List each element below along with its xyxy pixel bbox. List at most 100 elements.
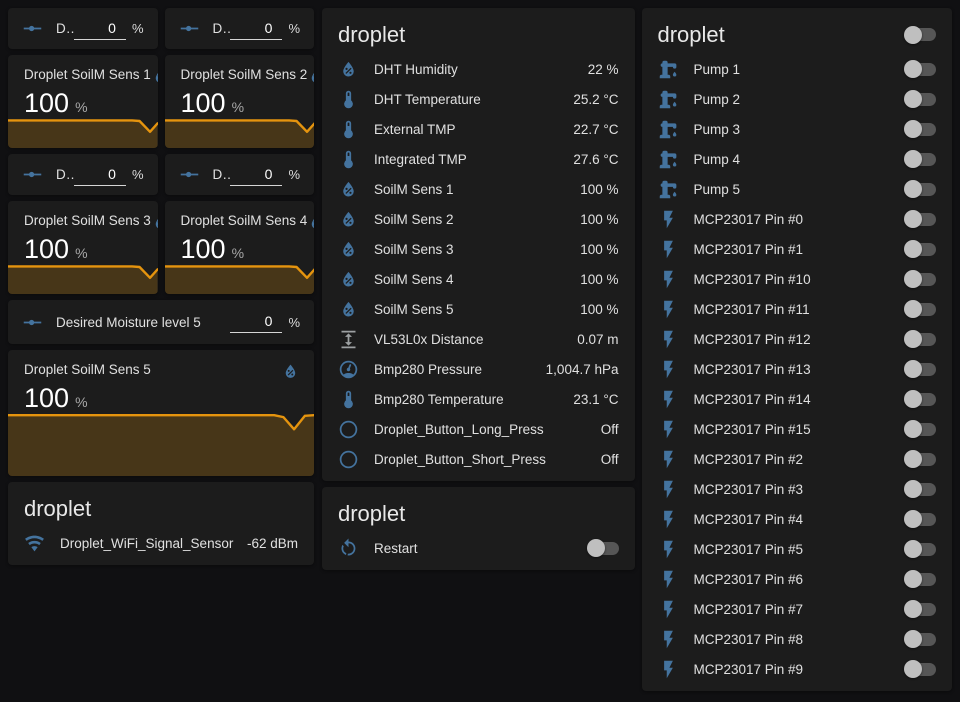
entity-label: External TMP <box>374 122 563 137</box>
entity-row[interactable]: MCP23017 Pin #11 <box>642 294 953 324</box>
entity-row[interactable]: MCP23017 Pin #6 <box>642 564 953 594</box>
entity-row[interactable]: DHT Humidity 22 % <box>322 54 635 84</box>
sensor-card-soilm-2[interactable]: Droplet SoilM Sens 2 100% <box>165 55 315 148</box>
entity-label: Restart <box>374 541 577 556</box>
water-percent-icon <box>151 213 158 232</box>
entity-row[interactable]: MCP23017 Pin #8 <box>642 624 953 654</box>
entity-toggle[interactable] <box>906 543 936 556</box>
entity-row[interactable]: MCP23017 Pin #9 <box>642 654 953 684</box>
entity-row[interactable]: Bmp280 Temperature 23.1 °C <box>322 384 635 414</box>
entity-toggle[interactable] <box>906 153 936 166</box>
entity-row[interactable]: MCP23017 Pin #4 <box>642 504 953 534</box>
entity-toggle[interactable] <box>906 603 936 616</box>
desired-moisture-input-4[interactable] <box>230 164 282 186</box>
entity-row[interactable]: VL53L0x Distance 0.07 m <box>322 324 635 354</box>
entity-row[interactable]: Bmp280 Pressure 1,004.7 hPa <box>322 354 635 384</box>
entity-row[interactable]: SoilM Sens 1 100 % <box>322 174 635 204</box>
entity-row[interactable]: MCP23017 Pin #5 <box>642 534 953 564</box>
flash-icon <box>658 629 679 650</box>
entity-toggle[interactable] <box>906 333 936 346</box>
entity-row[interactable]: SoilM Sens 3 100 % <box>322 234 635 264</box>
column-middle: droplet DHT Humidity 22 % DHT Temperatur… <box>322 8 635 570</box>
input-unit: % <box>288 167 300 182</box>
water-percent-icon <box>338 179 359 200</box>
entity-value: Off <box>601 422 619 437</box>
desired-moisture-input-2[interactable] <box>230 18 282 40</box>
entity-row[interactable]: Droplet_Button_Long_Press Off <box>322 414 635 444</box>
entity-label: Droplet_Button_Short_Press <box>374 452 591 467</box>
entity-toggle[interactable] <box>589 542 619 555</box>
flash-icon <box>658 269 679 290</box>
entity-toggle[interactable] <box>906 393 936 406</box>
entity-row[interactable]: MCP23017 Pin #0 <box>642 204 953 234</box>
entity-value: 1,004.7 hPa <box>546 362 619 377</box>
entity-row[interactable]: MCP23017 Pin #12 <box>642 324 953 354</box>
entity-row[interactable]: MCP23017 Pin #10 <box>642 264 953 294</box>
entity-row[interactable]: SoilM Sens 4 100 % <box>322 264 635 294</box>
entity-toggle[interactable] <box>906 483 936 496</box>
entity-row[interactable]: Pump 1 <box>642 54 953 84</box>
flash-icon <box>658 539 679 560</box>
entity-row[interactable]: MCP23017 Pin #15 <box>642 414 953 444</box>
entity-toggle[interactable] <box>906 123 936 136</box>
entity-row[interactable]: MCP23017 Pin #13 <box>642 354 953 384</box>
input-number-card-2: Desired ... % <box>165 8 315 49</box>
header-toggle-all[interactable] <box>906 28 936 41</box>
sensor-card-soilm-5[interactable]: Droplet SoilM Sens 5 100% <box>8 350 314 476</box>
desired-moisture-input-1[interactable] <box>74 18 126 40</box>
entity-toggle[interactable] <box>906 63 936 76</box>
sensor-row-1: Droplet SoilM Sens 1 100% Droplet SoilM … <box>8 55 314 148</box>
entity-row[interactable]: Integrated TMP 27.6 °C <box>322 144 635 174</box>
sensor-title: Droplet SoilM Sens 5 <box>24 362 151 377</box>
sensor-unit: % <box>232 99 244 115</box>
toggle-knob <box>904 660 922 678</box>
entity-toggle[interactable] <box>906 453 936 466</box>
entity-toggle[interactable] <box>906 93 936 106</box>
sensor-card-soilm-4[interactable]: Droplet SoilM Sens 4 100% <box>165 201 315 294</box>
entity-toggle[interactable] <box>906 303 936 316</box>
entity-row[interactable]: Restart <box>322 533 635 563</box>
entity-toggle[interactable] <box>906 273 936 286</box>
entity-toggle[interactable] <box>906 183 936 196</box>
entities-card-restart: droplet Restart <box>322 487 635 570</box>
entity-row[interactable]: MCP23017 Pin #2 <box>642 444 953 474</box>
entity-toggle[interactable] <box>906 243 936 256</box>
entity-row[interactable]: MCP23017 Pin #3 <box>642 474 953 504</box>
entity-label: Pump 5 <box>694 182 895 197</box>
entities-card-switches: droplet Pump 1 Pump 2 <box>642 8 953 691</box>
gauge-icon <box>338 359 359 380</box>
entity-toggle[interactable] <box>906 573 936 586</box>
desired-moisture-input-5[interactable] <box>230 311 282 333</box>
entity-toggle[interactable] <box>906 213 936 226</box>
entity-toggle[interactable] <box>906 423 936 436</box>
sensor-unit: % <box>232 245 244 261</box>
entity-row[interactable]: SoilM Sens 5 100 % <box>322 294 635 324</box>
flash-icon <box>658 359 679 380</box>
entity-row[interactable]: Pump 5 <box>642 174 953 204</box>
entity-toggle[interactable] <box>906 513 936 526</box>
entity-toggle[interactable] <box>906 363 936 376</box>
entity-toggle[interactable] <box>906 663 936 676</box>
entity-row[interactable]: MCP23017 Pin #14 <box>642 384 953 414</box>
history-sparkline <box>8 118 158 148</box>
entity-row[interactable]: Droplet_Button_Short_Press Off <box>322 444 635 474</box>
arrow-expand-vertical-icon <box>338 329 359 350</box>
entity-row[interactable]: External TMP 22.7 °C <box>322 114 635 144</box>
entity-row[interactable]: DHT Temperature 25.2 °C <box>322 84 635 114</box>
toggle-knob <box>904 210 922 228</box>
entity-toggle[interactable] <box>906 633 936 646</box>
entity-row[interactable]: SoilM Sens 2 100 % <box>322 204 635 234</box>
entity-row[interactable]: Pump 3 <box>642 114 953 144</box>
sensor-value: 100 <box>24 383 69 413</box>
entity-row[interactable]: Droplet_WiFi_Signal_Sensor -62 dBm <box>8 528 314 558</box>
entity-row[interactable]: MCP23017 Pin #7 <box>642 594 953 624</box>
sensor-card-soilm-3[interactable]: Droplet SoilM Sens 3 100% <box>8 201 158 294</box>
entity-label: MCP23017 Pin #3 <box>694 482 895 497</box>
flash-icon <box>658 329 679 350</box>
entity-row[interactable]: MCP23017 Pin #1 <box>642 234 953 264</box>
desired-moisture-input-3[interactable] <box>74 164 126 186</box>
entity-row[interactable]: Pump 2 <box>642 84 953 114</box>
entity-row[interactable]: Pump 4 <box>642 144 953 174</box>
entity-label: MCP23017 Pin #14 <box>694 392 895 407</box>
sensor-card-soilm-1[interactable]: Droplet SoilM Sens 1 100% <box>8 55 158 148</box>
